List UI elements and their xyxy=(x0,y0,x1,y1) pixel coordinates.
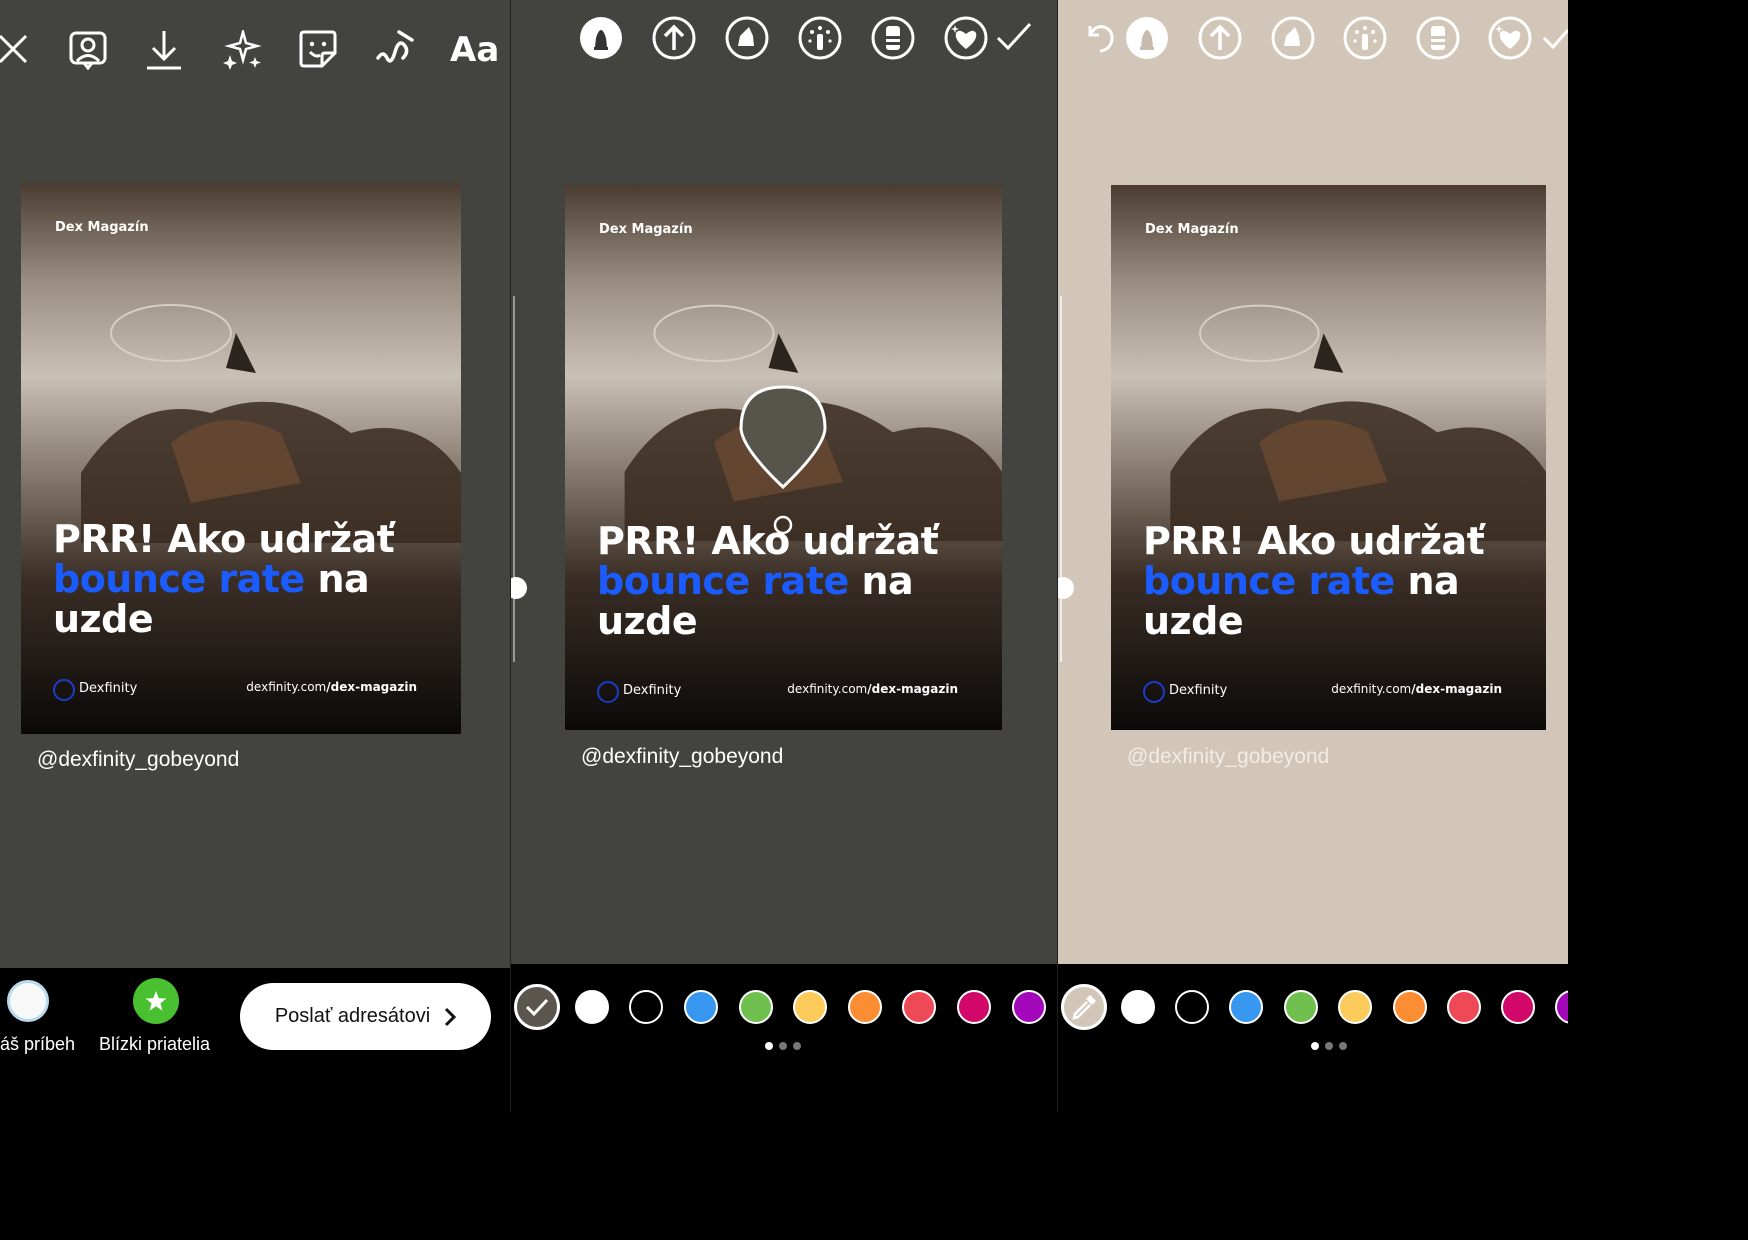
download-icon[interactable] xyxy=(144,28,184,72)
color-swatch-green[interactable] xyxy=(1284,990,1318,1024)
effects-sparkle-icon[interactable] xyxy=(221,30,263,70)
color-swatch-purple[interactable] xyxy=(1012,990,1046,1024)
heart-effect-icon[interactable] xyxy=(944,16,988,60)
color-swatch-blue[interactable] xyxy=(684,990,718,1024)
dexfinity-logo-icon xyxy=(53,679,75,701)
brush-size-slider[interactable] xyxy=(1060,296,1062,662)
magazine-label: Dex Magazín xyxy=(1145,222,1239,237)
mention-sticker-icon[interactable] xyxy=(68,30,108,70)
post-headline: PRR! Ako udržať bounce rate na uzde xyxy=(53,517,395,641)
post-url: dexfinity.com/dex-magazin xyxy=(1331,682,1502,696)
post-preview-card[interactable]: Dex Magazín PRR! Ako udržať bounce rate … xyxy=(565,185,1002,730)
post-preview-card[interactable]: Dex Magazín PRR! Ako udržať bounce rate … xyxy=(21,183,461,734)
post-preview-card[interactable]: Dex Magazín PRR! Ako udržať bounce rate … xyxy=(1111,185,1546,730)
done-check-icon[interactable] xyxy=(1542,24,1568,50)
brand-name: Dexfinity xyxy=(623,683,682,698)
color-swatch-green[interactable] xyxy=(739,990,773,1024)
color-swatch-yellow[interactable] xyxy=(793,990,827,1024)
palette-page-dots xyxy=(1311,1042,1347,1050)
your-story-avatar[interactable] xyxy=(7,980,49,1022)
done-check-icon[interactable] xyxy=(996,22,1032,50)
brand-name: Dexfinity xyxy=(1169,683,1228,698)
color-swatch-red[interactable] xyxy=(1447,990,1481,1024)
color-swatch-orange[interactable] xyxy=(848,990,882,1024)
undo-icon[interactable] xyxy=(1082,20,1116,54)
check-icon xyxy=(525,998,549,1017)
color-picker-drop-icon[interactable] xyxy=(737,383,829,541)
color-swatch-magenta[interactable] xyxy=(957,990,991,1024)
color-swatch-yellow[interactable] xyxy=(1338,990,1372,1024)
color-swatch-black[interactable] xyxy=(629,990,663,1024)
post-url: dexfinity.com/dex-magazin xyxy=(787,682,958,696)
color-swatch-magenta[interactable] xyxy=(1501,990,1535,1024)
brand-name: Dexfinity xyxy=(79,681,138,696)
eyedropper-icon xyxy=(1072,995,1096,1020)
send-to-button[interactable]: Poslať adresátovi xyxy=(240,983,491,1050)
mention-handle[interactable]: @dexfinity_gobeyond xyxy=(37,748,239,772)
chevron-right-icon xyxy=(445,1007,457,1026)
color-palette-bar xyxy=(511,964,1057,1112)
post-headline: PRR! Ako udržať bounce rate na uzde xyxy=(1143,519,1485,643)
text-tool-button[interactable]: Aa xyxy=(450,30,499,70)
sticker-icon[interactable] xyxy=(298,29,338,69)
brush-size-knob[interactable] xyxy=(1058,577,1074,599)
draw-mode-panel: Dex Magazín PRR! Ako udržať bounce rate … xyxy=(511,0,1057,1112)
arrow-brush-icon[interactable] xyxy=(1198,16,1242,60)
close-friends-label[interactable]: Blízki priatelia xyxy=(99,1034,210,1055)
draw-mode-beige-panel: Dex Magazín PRR! Ako udržať bounce rate … xyxy=(1058,0,1568,1112)
brush-size-slider[interactable] xyxy=(513,296,515,662)
dexfinity-logo-icon xyxy=(1143,681,1165,703)
dexfinity-logo-icon xyxy=(597,681,619,703)
pen-brush-icon[interactable] xyxy=(1125,16,1169,60)
magazine-label: Dex Magazín xyxy=(599,222,693,237)
color-swatch-red[interactable] xyxy=(902,990,936,1024)
post-url: dexfinity.com/dex-magazin xyxy=(246,680,417,694)
marker-brush-icon[interactable] xyxy=(1271,16,1315,60)
close-icon[interactable] xyxy=(0,34,28,64)
mention-handle[interactable]: @dexfinity_gobeyond xyxy=(581,745,783,769)
your-story-label[interactable]: áš príbeh xyxy=(0,1034,75,1055)
star-icon xyxy=(145,991,167,1011)
color-swatch-white[interactable] xyxy=(1121,990,1155,1024)
color-palette-bar xyxy=(1058,964,1568,1112)
pen-brush-icon[interactable] xyxy=(579,16,623,60)
marker-brush-icon[interactable] xyxy=(725,16,769,60)
color-swatch-white[interactable] xyxy=(575,990,609,1024)
eyedropper-swatch[interactable] xyxy=(1061,984,1107,1030)
story-editor-panel: Aa Dex Magazín PRR! Ako udržať bounce ra… xyxy=(0,0,510,1112)
glow-brush-icon[interactable] xyxy=(1343,16,1387,60)
color-swatch-black[interactable] xyxy=(1175,990,1209,1024)
color-swatch-blue[interactable] xyxy=(1229,990,1263,1024)
eraser-brush-icon[interactable] xyxy=(1416,16,1460,60)
color-swatch-purple[interactable] xyxy=(1555,990,1568,1024)
color-swatch-orange[interactable] xyxy=(1393,990,1427,1024)
heart-effect-icon[interactable] xyxy=(1488,16,1532,60)
send-to-label: Poslať adresátovi xyxy=(274,1005,431,1027)
magazine-label: Dex Magazín xyxy=(55,220,149,235)
draw-squiggle-icon[interactable] xyxy=(375,28,415,70)
brush-size-knob[interactable] xyxy=(511,577,527,599)
close-friends-button[interactable] xyxy=(133,978,179,1024)
selected-color-swatch[interactable] xyxy=(514,984,560,1030)
cowboy-horses-photo xyxy=(21,183,461,734)
glow-brush-icon[interactable] xyxy=(798,16,842,60)
palette-page-dots xyxy=(765,1042,801,1050)
mention-handle[interactable]: @dexfinity_gobeyond xyxy=(1127,745,1329,769)
cowboy-horses-photo xyxy=(1111,185,1546,730)
arrow-brush-icon[interactable] xyxy=(652,16,696,60)
eraser-brush-icon[interactable] xyxy=(871,16,915,60)
